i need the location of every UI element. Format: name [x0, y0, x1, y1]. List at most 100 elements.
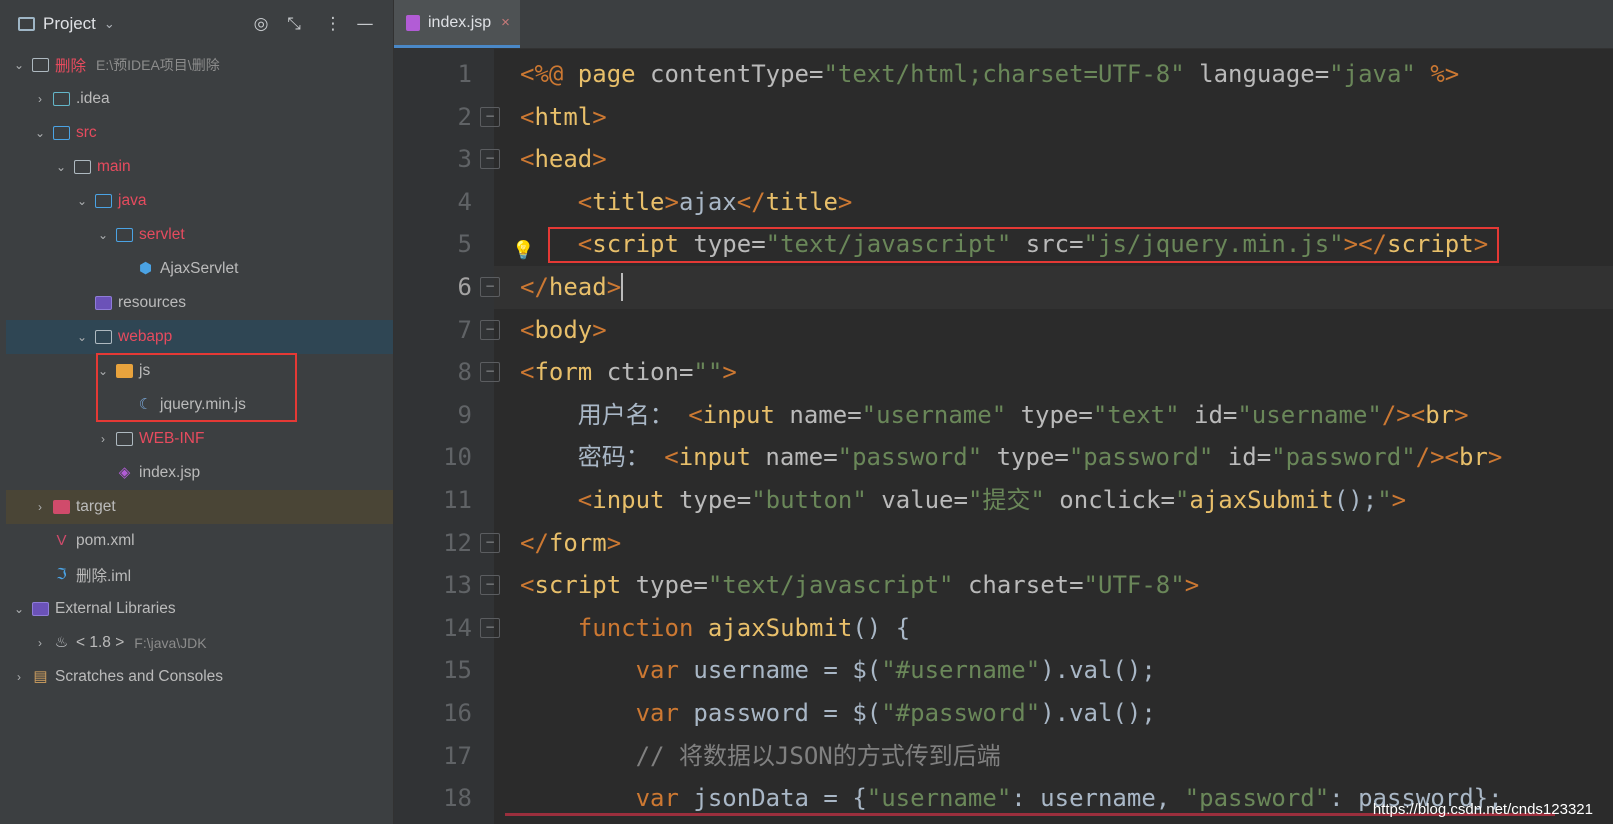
code-line[interactable]: <form ction="">: [520, 351, 737, 394]
tree-item-resources[interactable]: ›resources: [6, 286, 393, 320]
resources-folder-icon: [95, 296, 112, 310]
line-number: 3: [457, 145, 472, 174]
tree-item-servlet[interactable]: ⌄ servlet: [6, 218, 393, 252]
code-line[interactable]: </head>: [520, 266, 621, 309]
code-line[interactable]: <%@ page contentType="text/html;charset=…: [520, 53, 1459, 96]
tree-item-index-jsp[interactable]: ›◈index.jsp: [6, 456, 393, 490]
tab-index-jsp[interactable]: index.jsp ×: [394, 0, 520, 48]
chevron-right-icon[interactable]: ›: [33, 636, 47, 650]
code-line[interactable]: var username = $("#username").val();: [520, 649, 1156, 692]
code-token: >: [606, 528, 622, 557]
code-token: <%@: [520, 60, 578, 88]
code-line[interactable]: var password = $("#password").val();: [520, 692, 1156, 735]
code-token: contentType=: [650, 60, 824, 88]
code-token: form: [548, 528, 607, 557]
code-line[interactable]: <script type="text/javascript" charset="…: [520, 564, 1199, 607]
code-token: "username": [866, 784, 1012, 813]
code-line[interactable]: </form>: [520, 522, 621, 565]
class-icon: ⬢: [138, 260, 153, 277]
line-number: 4: [457, 187, 472, 216]
close-icon[interactable]: ×: [501, 14, 510, 31]
tree-item-web-inf[interactable]: › WEB-INF: [6, 422, 393, 456]
code-line[interactable]: <title>ajax</title>: [520, 181, 853, 224]
tree-item-main[interactable]: ⌄ main: [6, 150, 393, 184]
fold-marker-icon[interactable]: −: [480, 319, 500, 340]
fold-marker-icon[interactable]: −: [480, 362, 500, 383]
source-folder-icon: [53, 126, 70, 140]
highlight-box-js-folder: [96, 353, 297, 422]
tree-item--idea[interactable]: › .idea: [6, 82, 393, 116]
code-token: value=: [866, 486, 968, 514]
code-token: var: [635, 699, 694, 727]
code-token: "#password": [881, 699, 1041, 727]
more-icon[interactable]: ⋮: [322, 13, 344, 35]
tree-item-删除-iml[interactable]: ›ℑ删除.iml: [6, 558, 393, 592]
project-panel-header: Project ⌄ ◎ ⤡ ⋮ —: [0, 0, 393, 48]
tree-item-label: pom.xml: [76, 532, 135, 549]
code-token: "password": [1068, 443, 1214, 472]
code-line[interactable]: function ajaxSubmit() {: [520, 607, 910, 650]
tree-item-webapp[interactable]: ⌄ webapp: [6, 320, 393, 354]
code-token: <: [688, 400, 703, 429]
project-view-selector[interactable]: Project ⌄: [18, 12, 115, 36]
code-line[interactable]: <html>: [520, 96, 607, 139]
fold-marker-icon[interactable]: −: [480, 575, 500, 596]
tree-item-scratches-and-consoles[interactable]: › ▤ Scratches and Consoles: [6, 660, 393, 694]
fold-marker-icon[interactable]: −: [480, 149, 500, 170]
chevron-down-icon[interactable]: ⌄: [75, 194, 89, 208]
code-line[interactable]: 密码： <input name="password" type="passwor…: [520, 436, 1503, 479]
tree-item-target[interactable]: › target: [6, 490, 393, 524]
fold-marker-icon[interactable]: −: [480, 106, 500, 127]
fold-marker-icon[interactable]: −: [480, 277, 500, 297]
chevron-down-icon[interactable]: ⌄: [96, 228, 110, 242]
minimize-icon[interactable]: —: [354, 13, 376, 35]
tree-item-pom-xml[interactable]: ›Vpom.xml: [6, 524, 393, 558]
library-icon: [32, 602, 49, 616]
code-token: br: [1459, 443, 1488, 472]
tree-item--1-8-[interactable]: › ♨ < 1.8 > F:\java\JDK: [6, 626, 393, 660]
chevron-down-icon[interactable]: ⌄: [75, 330, 89, 344]
folder-icon: [74, 160, 91, 174]
scratches-icon: ▤: [33, 668, 48, 685]
code-token: <: [520, 358, 535, 387]
code-line[interactable]: 用户名： <input name="username" type="text" …: [520, 394, 1469, 437]
code-token: "username": [1237, 400, 1382, 429]
chevron-down-icon[interactable]: ⌄: [33, 126, 47, 140]
chevron-right-icon[interactable]: ›: [96, 432, 110, 446]
tree-item-label: webapp: [118, 328, 173, 345]
code-line[interactable]: <body>: [520, 309, 607, 352]
chevron-down-icon[interactable]: ⌄: [12, 58, 26, 72]
chevron-down-icon[interactable]: ⌄: [54, 160, 68, 174]
code-token: form: [534, 358, 607, 387]
code-token: /><: [1415, 443, 1460, 472]
tree-item-src[interactable]: ⌄ src: [6, 116, 393, 150]
chevron-right-icon[interactable]: ›: [33, 92, 47, 106]
code-token: id=: [1179, 400, 1238, 429]
line-number: 14: [443, 613, 472, 642]
code-token: input: [678, 443, 766, 472]
code-token: var: [635, 656, 694, 685]
fold-marker-icon[interactable]: −: [480, 617, 500, 638]
chevron-right-icon[interactable]: ›: [12, 670, 26, 684]
fold-marker-icon[interactable]: −: [480, 532, 500, 553]
code-line[interactable]: <input type="button" value="提交" onclick=…: [520, 479, 1406, 522]
code-token: page: [577, 60, 651, 88]
target-icon[interactable]: ◎: [250, 13, 272, 35]
tree-item-external-libraries[interactable]: ⌄ External Libraries: [6, 592, 393, 626]
code-line[interactable]: <head>: [520, 138, 607, 181]
code-token: ": [1174, 486, 1190, 514]
chevron-right-icon[interactable]: ›: [33, 500, 47, 514]
code-line[interactable]: // 将数据以JSON的方式传到后端: [520, 735, 1001, 778]
code-token: >: [1184, 571, 1200, 600]
line-number: 2: [457, 102, 472, 131]
tree-item-删除[interactable]: ⌄ 删除 E:\预IDEA项目\删除: [6, 48, 393, 82]
folder-icon: [116, 432, 133, 446]
tree-item-label: main: [97, 158, 131, 175]
lightbulb-icon[interactable]: 💡: [512, 241, 534, 261]
tree-item-java[interactable]: ⌄ java: [6, 184, 393, 218]
tree-item-ajaxservlet[interactable]: ›⬢AjaxServlet: [6, 252, 393, 286]
collapse-icon[interactable]: ⤡: [283, 13, 305, 35]
code-token: "UTF-8": [1083, 571, 1185, 600]
chevron-down-icon[interactable]: ⌄: [12, 602, 26, 616]
